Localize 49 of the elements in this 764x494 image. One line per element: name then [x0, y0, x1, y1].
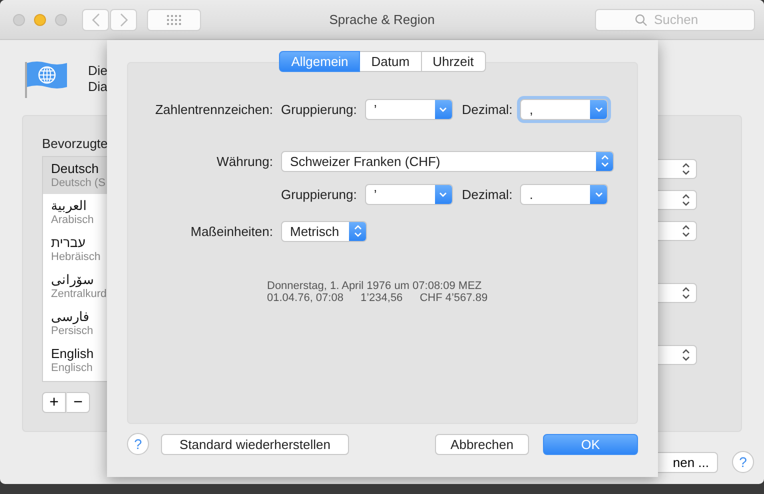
chevron-down-icon: [439, 106, 448, 112]
close-button[interactable]: [13, 14, 25, 26]
decimal-dropdown[interactable]: .: [520, 184, 608, 204]
stepper-icon: [682, 287, 690, 299]
panel-title: Bevorzugte: [42, 136, 109, 152]
field-label: Maßeinheiten:: [190, 224, 273, 238]
search-field[interactable]: Suchen: [595, 8, 755, 30]
forward-button[interactable]: [110, 8, 137, 30]
globe-flag-icon: [24, 60, 68, 98]
preview-text: 1’234,56: [360, 292, 403, 304]
description-text: Dia: [88, 79, 108, 95]
search-icon: [635, 14, 647, 26]
preview-text: Donnerstag, 1. April 1976 um 07:08:09 MEZ: [267, 280, 483, 292]
tab[interactable]: Datum: [360, 51, 422, 72]
field-label: Währung:: [216, 154, 273, 168]
restore-defaults-button[interactable]: Standard wiederherstellen: [161, 434, 349, 454]
description-text: Die: [88, 63, 108, 79]
grouping-dropdown[interactable]: ’: [364, 98, 453, 120]
grouping-dropdown[interactable]: ’: [364, 184, 453, 204]
stepper-icon: [682, 225, 690, 237]
show-all-button[interactable]: [147, 8, 201, 30]
remove-button[interactable]: −: [66, 392, 90, 413]
field-label: Zahlentrennzeichen:: [154, 102, 273, 116]
chevron-left-icon: [92, 12, 100, 26]
tab[interactable]: Uhrzeit: [422, 51, 486, 72]
field-label: Dezimal:: [462, 102, 512, 116]
add-button[interactable]: +: [42, 392, 66, 413]
zoom-button[interactable]: [55, 14, 67, 26]
window-title: Sprache & Region: [329, 12, 435, 27]
field-label: Gruppierung:: [281, 186, 357, 202]
field-label: Gruppierung:: [281, 102, 357, 116]
stepper-icon: [682, 163, 690, 175]
chevron-down-icon: [594, 106, 603, 112]
stepper-icon: [354, 225, 362, 237]
chevron-down-icon: [439, 192, 448, 196]
preview-text: 01.04.76, 07:08: [267, 292, 344, 304]
chevron-down-icon: [594, 192, 603, 196]
field-label: Dezimal:: [462, 186, 512, 202]
currency-popup[interactable]: Schweizer Franken (CHF): [281, 150, 614, 172]
minimize-button[interactable]: [34, 14, 46, 26]
stepper-icon: [600, 155, 608, 167]
preview-text: CHF 4’567.89: [420, 292, 488, 304]
grid-icon: [167, 14, 181, 24]
stepper-icon: [682, 349, 690, 361]
cancel-button[interactable]: Abbrechen: [435, 434, 529, 454]
chevron-right-icon: [120, 12, 128, 26]
back-button[interactable]: [82, 8, 109, 30]
stepper-icon: [682, 194, 690, 206]
units-popup[interactable]: Metrisch: [281, 220, 367, 242]
